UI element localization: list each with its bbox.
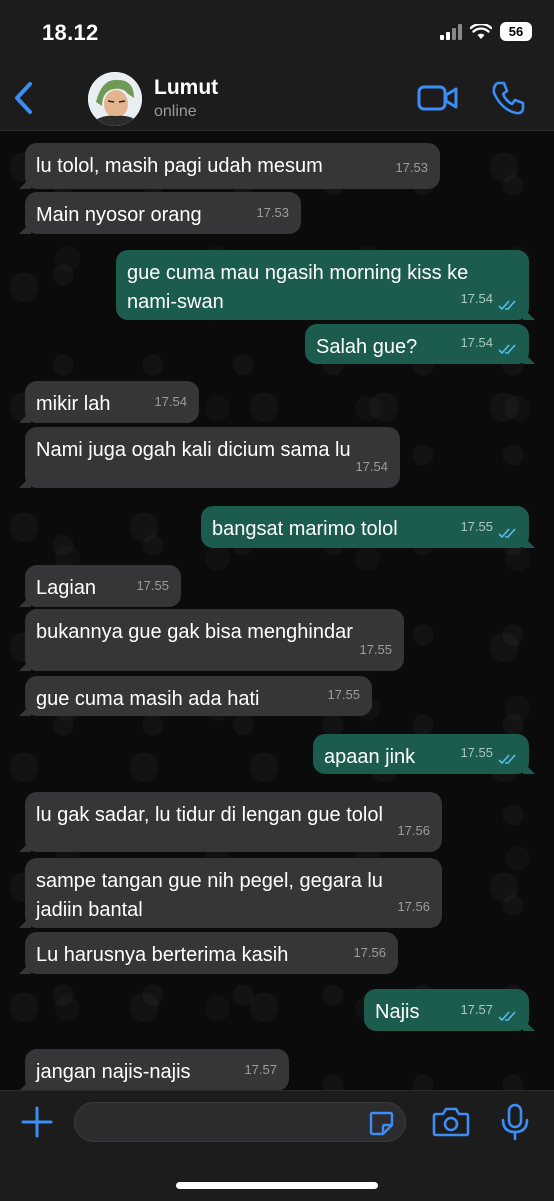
incoming-message-bubble[interactable]: Main nyosor orang 17.53 — [19, 192, 301, 234]
message-text: Najis — [375, 1001, 420, 1023]
message-text: apaan jink — [324, 746, 416, 768]
message-timestamp: 17.57 — [460, 1002, 493, 1017]
message-text: mikir lah — [36, 393, 111, 415]
bubble-tail — [19, 476, 31, 488]
message-text: Lu harusnya berterima kasih — [36, 944, 289, 966]
bubble-tail — [19, 1079, 31, 1090]
message-text: lu gak sadar, lu tidur di lengan gue tol… — [36, 804, 383, 826]
video-call-icon[interactable] — [416, 82, 460, 114]
read-receipt-icon — [498, 344, 516, 355]
incoming-message-bubble[interactable]: lu gak sadar, lu tidur di lengan gue tol… — [19, 792, 442, 852]
message-timestamp: 17.53 — [395, 160, 428, 175]
read-receipt-icon — [498, 300, 516, 311]
message-text: Lagian — [36, 577, 97, 599]
message-timestamp: 17.54 — [154, 394, 187, 409]
incoming-message-bubble[interactable]: gue cuma masih ada hati 17.55 — [19, 676, 372, 716]
incoming-message-bubble[interactable]: lu tolol, masih pagi udah mesum 17.53 — [19, 143, 440, 189]
status-icons: 56 — [440, 22, 532, 41]
outgoing-message-bubble[interactable]: Najis 17.57 — [364, 989, 535, 1031]
bubble-tail — [19, 222, 31, 234]
bubble-tail — [523, 352, 535, 364]
avatar[interactable] — [88, 72, 142, 126]
contact-status: online — [154, 103, 197, 120]
message-timestamp: 17.55 — [460, 745, 493, 760]
status-bar: 18.12 56 — [0, 0, 554, 68]
outgoing-message-bubble[interactable]: Salah gue? 17.54 — [305, 324, 535, 364]
incoming-message-bubble[interactable]: jangan najis-najis 17.57 — [19, 1049, 289, 1090]
add-attachment-icon[interactable] — [20, 1105, 54, 1139]
message-text: bangsat marimo tolol — [212, 518, 398, 540]
message-timestamp: 17.53 — [256, 205, 289, 220]
outgoing-message-bubble[interactable]: apaan jink 17.55 — [313, 734, 535, 774]
bubble-tail — [19, 916, 31, 928]
message-timestamp: 17.54 — [355, 459, 388, 474]
message-text: lu tolol, masih pagi udah mesum — [36, 155, 323, 177]
phone-call-icon[interactable] — [490, 80, 526, 116]
contact-name[interactable]: Lumut — [154, 76, 218, 100]
message-input[interactable] — [74, 1102, 406, 1142]
outgoing-message-bubble[interactable]: bangsat marimo tolol 17.55 — [201, 506, 535, 548]
bubble-tail — [523, 762, 535, 774]
message-list[interactable]: lu tolol, masih pagi udah mesum 17.53 Main… — [0, 131, 554, 1090]
signal-icon — [440, 23, 462, 40]
bubble-tail — [19, 411, 31, 423]
bubble-tail — [523, 1019, 535, 1031]
message-timestamp: 17.57 — [244, 1062, 277, 1077]
message-text: jangan najis-najis — [36, 1061, 191, 1083]
incoming-message-bubble[interactable]: Nami juga ogah kali dicium sama lu 17.54 — [19, 427, 400, 488]
wifi-icon — [470, 23, 492, 39]
message-text: gue cuma masih ada hati — [36, 688, 260, 710]
message-timestamp: 17.55 — [460, 519, 493, 534]
message-timestamp: 17.54 — [460, 291, 493, 306]
home-indicator — [176, 1182, 378, 1189]
avatar-image — [88, 72, 142, 126]
message-timestamp: 17.55 — [359, 642, 392, 657]
message-text: sampe tangan gue nih pegel, gegara lu ja… — [36, 870, 383, 921]
incoming-message-bubble[interactable]: mikir lah 17.54 — [19, 381, 199, 423]
message-timestamp: 17.54 — [460, 335, 493, 350]
bubble-tail — [523, 536, 535, 548]
message-text: Salah gue? — [316, 336, 418, 358]
bubble-tail — [19, 840, 31, 852]
status-time: 18.12 — [42, 20, 99, 45]
message-text: Nami juga ogah kali dicium sama lu — [36, 439, 351, 461]
incoming-message-bubble[interactable]: sampe tangan gue nih pegel, gegara lu ja… — [19, 858, 442, 928]
sticker-icon[interactable] — [368, 1110, 394, 1136]
read-receipt-icon — [498, 754, 516, 765]
microphone-icon[interactable] — [500, 1103, 530, 1141]
incoming-message-bubble[interactable]: bukannya gue gak bisa menghindar 17.55 — [19, 609, 404, 671]
message-timestamp: 17.56 — [397, 823, 430, 838]
bubble-tail — [19, 177, 31, 189]
read-receipt-icon — [498, 1011, 516, 1022]
message-timestamp: 17.55 — [327, 687, 360, 702]
chat-header: Lumut online — [0, 68, 554, 131]
bubble-tail — [19, 704, 31, 716]
message-timestamp: 17.55 — [136, 578, 169, 593]
incoming-message-bubble[interactable]: Lagian 17.55 — [19, 565, 181, 607]
battery-icon: 56 — [500, 22, 532, 41]
bubble-tail — [523, 308, 535, 320]
incoming-message-bubble[interactable]: Lu harusnya berterima kasih 17.56 — [19, 932, 398, 974]
outgoing-message-bubble[interactable]: gue cuma mau ngasih morning kiss ke nami… — [116, 250, 535, 320]
camera-icon[interactable] — [432, 1105, 470, 1139]
message-timestamp: 17.56 — [397, 899, 430, 914]
bubble-tail — [19, 659, 31, 671]
bubble-tail — [19, 595, 31, 607]
back-icon[interactable] — [8, 78, 40, 118]
message-text: gue cuma mau ngasih morning kiss ke nami… — [127, 262, 469, 313]
message-text: bukannya gue gak bisa menghindar — [36, 621, 353, 643]
read-receipt-icon — [498, 528, 516, 539]
message-timestamp: 17.56 — [353, 945, 386, 960]
message-text: Main nyosor orang — [36, 204, 202, 226]
bubble-tail — [19, 962, 31, 974]
